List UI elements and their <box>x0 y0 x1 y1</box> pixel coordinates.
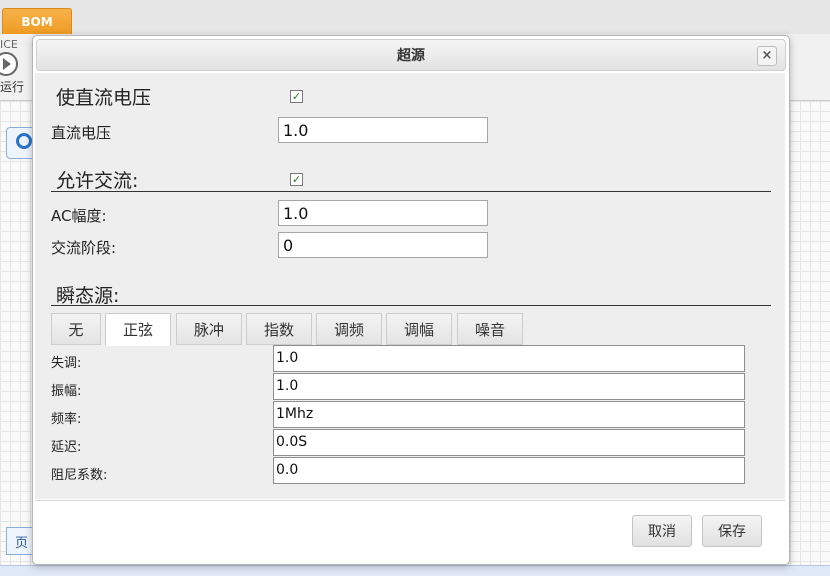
damping-label: 阻尼系数: <box>51 468 108 483</box>
delay-label: 延迟: <box>51 440 82 455</box>
run-label: 运行 <box>0 80 25 94</box>
app-topbar <box>0 0 830 34</box>
delay-input[interactable]: 0.0S <box>273 429 745 456</box>
frequency-input[interactable]: 1Mhz <box>273 401 745 428</box>
amplitude-input[interactable]: 1.0 <box>273 373 745 400</box>
ac-phase-input[interactable] <box>278 232 488 258</box>
tab-exponential[interactable]: 指数 <box>246 313 312 345</box>
transient-label: 瞬态源: <box>56 285 120 307</box>
tab-none[interactable]: 无 <box>51 313 101 345</box>
cancel-button[interactable]: 取消 <box>632 515 692 547</box>
dc-voltage-input[interactable] <box>278 117 488 143</box>
section-divider <box>51 305 771 306</box>
toolbar-group-label: ICE <box>0 38 18 51</box>
dc-enable-checkbox[interactable]: ✓ <box>290 90 303 103</box>
offset-input[interactable]: 1.0 <box>273 345 745 372</box>
tab-noise[interactable]: 噪音 <box>457 313 523 345</box>
frequency-label: 频率: <box>51 412 82 427</box>
section-divider <box>51 191 771 192</box>
ac-magnitude-label: AC幅度: <box>51 207 107 225</box>
ac-phase-label: 交流阶段: <box>51 239 117 257</box>
ac-magnitude-input[interactable] <box>278 200 488 226</box>
ac-enable-checkbox[interactable]: ✓ <box>290 173 303 186</box>
dialog-footer: 取消 保存 <box>35 500 785 563</box>
amplitude-label: 振幅: <box>51 384 82 399</box>
tab-fm[interactable]: 调频 <box>316 313 382 345</box>
close-icon[interactable]: × <box>757 46 777 66</box>
source-dialog: 超源 × 使直流电压 ✓ 直流电压 允许交流: ✓ AC幅度: 交流阶段: 瞬态… <box>32 35 790 565</box>
tab-pulse[interactable]: 脉冲 <box>176 313 242 345</box>
offset-label: 失调: <box>51 356 82 371</box>
dc-voltage-label: 直流电压 <box>51 124 112 142</box>
ac-enable-label: 允许交流: <box>56 170 139 192</box>
dialog-body: 使直流电压 ✓ 直流电压 允许交流: ✓ AC幅度: 交流阶段: 瞬态源: 无 … <box>35 73 785 499</box>
save-button[interactable]: 保存 <box>702 515 762 547</box>
dialog-title: 超源 <box>397 48 425 64</box>
damping-input[interactable]: 0.0 <box>273 457 745 484</box>
status-strip <box>0 565 830 576</box>
dc-enable-label: 使直流电压 <box>56 87 152 109</box>
bom-tab[interactable]: BOM <box>2 8 72 35</box>
tab-sine[interactable]: 正弦 <box>105 313 171 346</box>
tab-am[interactable]: 调幅 <box>386 313 452 345</box>
dialog-titlebar[interactable]: 超源 × <box>36 39 786 71</box>
